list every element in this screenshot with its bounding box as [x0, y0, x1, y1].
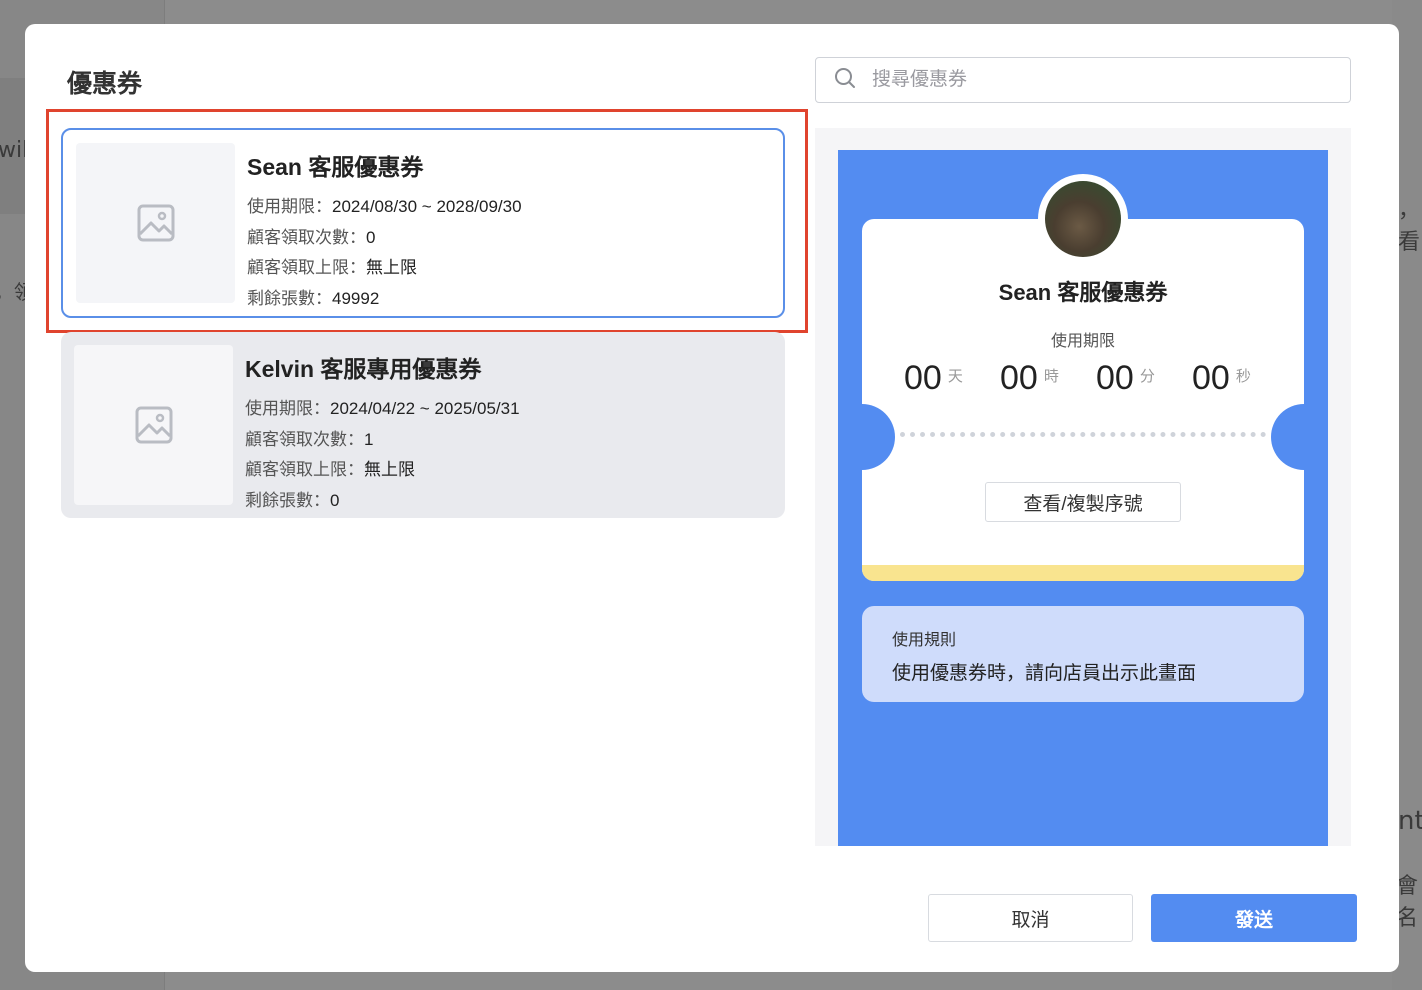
label: 顧客領取上限： — [245, 460, 364, 479]
image-placeholder-icon — [135, 406, 172, 444]
countdown-minutes: 00 分 — [1096, 359, 1192, 398]
coupon-period: 使用期限：2024/04/22 ~ 2025/05/31 — [245, 394, 520, 425]
label: 剩餘張數： — [245, 490, 330, 510]
cancel-button[interactable]: 取消 — [928, 894, 1133, 942]
label: 顧客領取次數： — [247, 227, 366, 247]
value: 2024/08/30 ~ 2028/09/30 — [332, 197, 522, 216]
countdown-unit: 分 — [1139, 367, 1155, 385]
coupon-period: 使用期限：2024/08/30 ~ 2028/09/30 — [247, 192, 522, 223]
send-button[interactable]: 發送 — [1151, 894, 1357, 942]
coupon-modal: 優惠券 Sean 客服優惠券 使用期限：2024/08/30 ~ 2028/09… — [25, 24, 1399, 972]
coupon-limit: 顧客領取上限：無上限 — [245, 455, 520, 486]
value: 0 — [366, 227, 376, 247]
view-copy-serial-button[interactable]: 查看/複製序號 — [985, 482, 1181, 522]
value: 49992 — [332, 288, 380, 308]
coupon-thumbnail — [74, 345, 233, 505]
label: 使用期限： — [247, 197, 332, 216]
coupon-card-sean[interactable]: Sean 客服優惠券 使用期限：2024/08/30 ~ 2028/09/30 … — [46, 109, 808, 333]
coupon-remaining: 剩餘張數：49992 — [247, 284, 522, 315]
countdown-value: 00 — [1000, 359, 1038, 397]
search-icon — [834, 67, 856, 93]
preview-title: Sean 客服優惠券 — [998, 280, 1168, 305]
label: 顧客領取上限： — [247, 258, 366, 277]
image-placeholder-icon — [137, 204, 174, 242]
coupon-name: Sean 客服優惠券 — [247, 154, 424, 180]
countdown-unit: 時 — [1043, 367, 1059, 385]
countdown-unit: 秒 — [1235, 367, 1251, 385]
countdown-value: 00 — [1192, 359, 1230, 397]
countdown-hours: 00 時 — [1000, 359, 1096, 398]
value: 無上限 — [366, 258, 417, 277]
avatar-ring — [1038, 174, 1128, 264]
value: 無上限 — [364, 460, 415, 479]
background-text: 會名 — [1396, 874, 1419, 931]
rules-title: 使用規則 — [892, 632, 957, 649]
coupon-claimed: 顧客領取次數：0 — [247, 223, 522, 254]
countdown-value: 00 — [904, 359, 942, 397]
background-text: nt — [1398, 806, 1422, 836]
value: 1 — [364, 429, 374, 449]
label: 顧客領取次數： — [245, 429, 364, 449]
avatar — [1045, 181, 1121, 257]
ticket-divider — [900, 432, 1266, 437]
coupon-name: Kelvin 客服專用優惠券 — [245, 356, 482, 382]
background-text: ，看 — [1398, 198, 1421, 255]
countdown-unit: 天 — [947, 367, 963, 385]
coupon-claimed: 顧客領取次數：1 — [245, 425, 520, 456]
search-box[interactable] — [815, 57, 1351, 103]
preview-period-label: 使用期限 — [1050, 333, 1115, 350]
coupon-list: Sean 客服優惠券 使用期限：2024/08/30 ~ 2028/09/30 … — [46, 109, 808, 532]
coupon-preview-panel: Sean 客服優惠券 使用期限 00 天 00 時 00 分 00 秒 查看/複製序號 … — [815, 128, 1351, 846]
ticket-notch-left — [862, 404, 895, 470]
label: 使用期限： — [245, 399, 330, 418]
coupon-thumbnail — [76, 143, 235, 303]
coupon-ticket: Sean 客服優惠券 使用期限 00 天 00 時 00 分 00 秒 查看/複製序號 — [862, 219, 1304, 581]
countdown: 00 天 00 時 00 分 00 秒 — [904, 359, 1304, 398]
ticket-notch-right — [1271, 404, 1304, 470]
countdown-seconds: 00 秒 — [1192, 359, 1288, 398]
countdown-days: 00 天 — [904, 359, 1000, 398]
value: 0 — [330, 490, 340, 510]
usage-rules: 使用規則 使用優惠券時，請向店員出示此畫面 — [862, 606, 1304, 702]
countdown-value: 00 — [1096, 359, 1134, 397]
coupon-remaining: 剩餘張數：0 — [245, 486, 520, 517]
rules-text: 使用優惠券時，請向店員出示此畫面 — [892, 663, 1197, 684]
value: 2024/04/22 ~ 2025/05/31 — [330, 399, 520, 418]
label: 剩餘張數： — [247, 288, 332, 308]
coupon-preview: Sean 客服優惠券 使用期限 00 天 00 時 00 分 00 秒 查看/複製序號 … — [838, 150, 1328, 846]
coupon-card-kelvin[interactable]: Kelvin 客服專用優惠券 使用期限：2024/04/22 ~ 2025/05… — [61, 332, 785, 518]
search-input[interactable] — [872, 69, 1312, 91]
modal-title: 優惠券 — [67, 69, 143, 98]
ticket-stripe — [862, 565, 1304, 581]
coupon-limit: 顧客領取上限：無上限 — [247, 253, 522, 284]
